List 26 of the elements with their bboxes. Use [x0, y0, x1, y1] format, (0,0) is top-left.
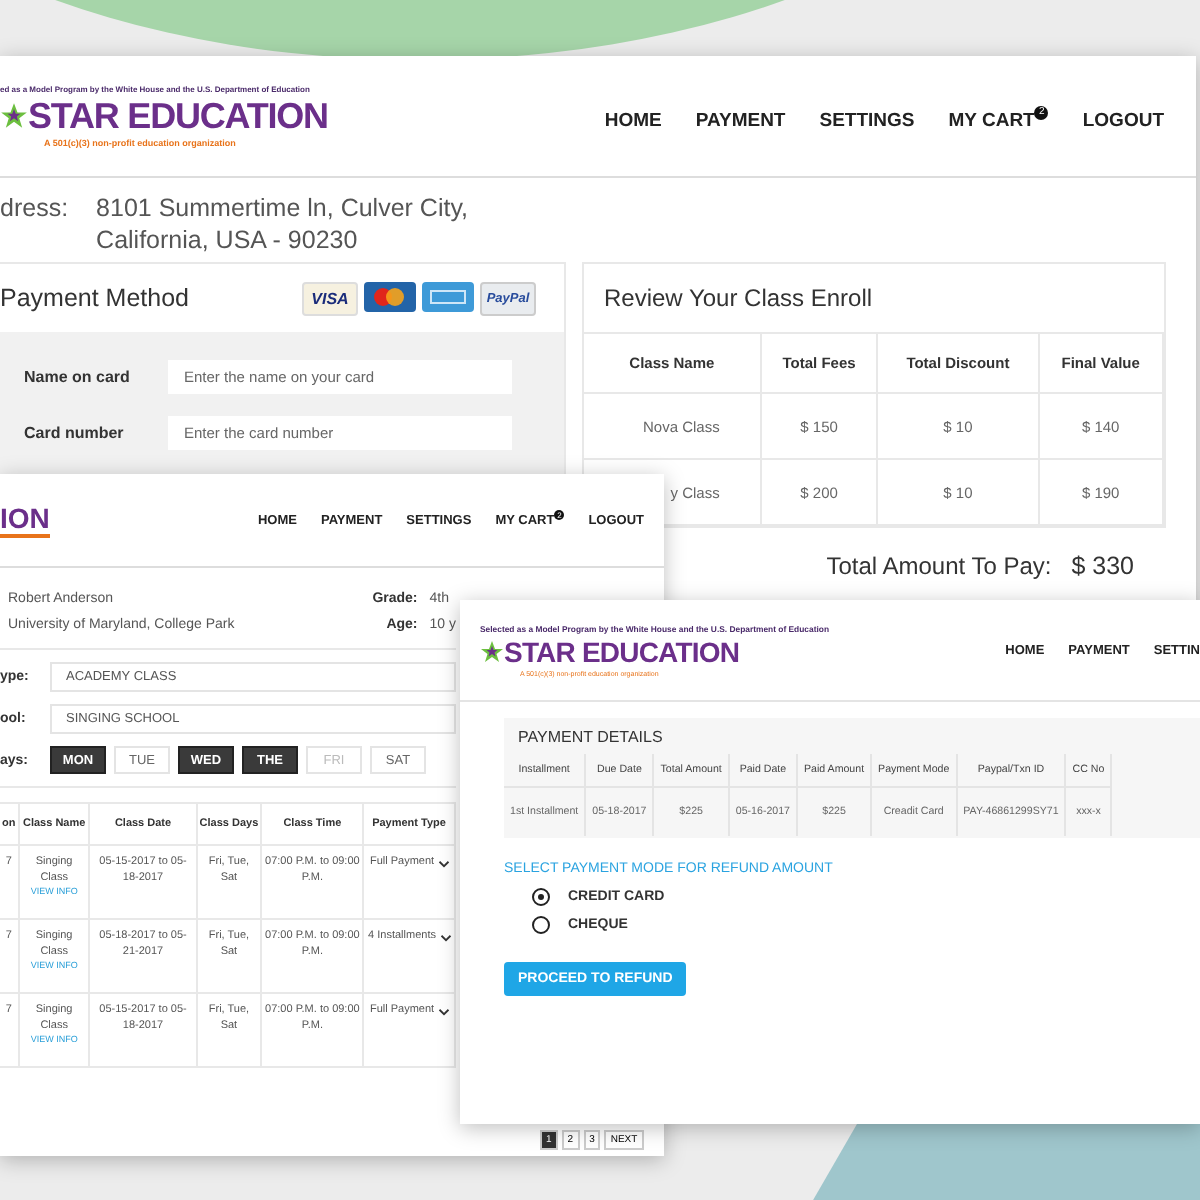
- visa-card-logo: VISA: [302, 281, 358, 315]
- card-logo-icon: [364, 281, 416, 311]
- radio-button[interactable]: [532, 916, 550, 934]
- panel-title: Payment Method: [0, 284, 189, 312]
- field-label: Card number: [24, 423, 126, 441]
- card-logo-icon: [422, 281, 474, 311]
- chevron-down-icon: [438, 859, 451, 868]
- nav-link[interactable]: LOGOUT: [1082, 109, 1164, 131]
- address-line: California, USA - 90230: [96, 226, 360, 254]
- address-label: dress:: [0, 194, 69, 226]
- chevron-down-icon: [439, 933, 452, 942]
- panel-title: PAYMENT DETAILS: [516, 725, 665, 749]
- logo-name: STAR EDUCATION: [28, 95, 328, 137]
- logo-name: STAR EDUCATION: [504, 635, 740, 667]
- logo-name: ION: [0, 502, 50, 538]
- nav-link[interactable]: SETTINGS: [819, 109, 915, 131]
- nav-link[interactable]: MY CART: [948, 109, 1035, 131]
- total-amount: $ 330: [1071, 552, 1134, 580]
- chevron-down-icon: [438, 1007, 451, 1016]
- nav-link[interactable]: PAYMENT: [695, 109, 786, 131]
- total-label: Total Amount To Pay:: [826, 552, 1052, 580]
- panel-title: Review Your Class Enroll: [584, 264, 1164, 334]
- address-line: 8101 Summertime ln, Culver City,: [96, 194, 468, 222]
- radio-button[interactable]: [532, 888, 550, 906]
- nav-link[interactable]: HOME: [604, 109, 662, 131]
- field-label: Name on card: [24, 367, 132, 385]
